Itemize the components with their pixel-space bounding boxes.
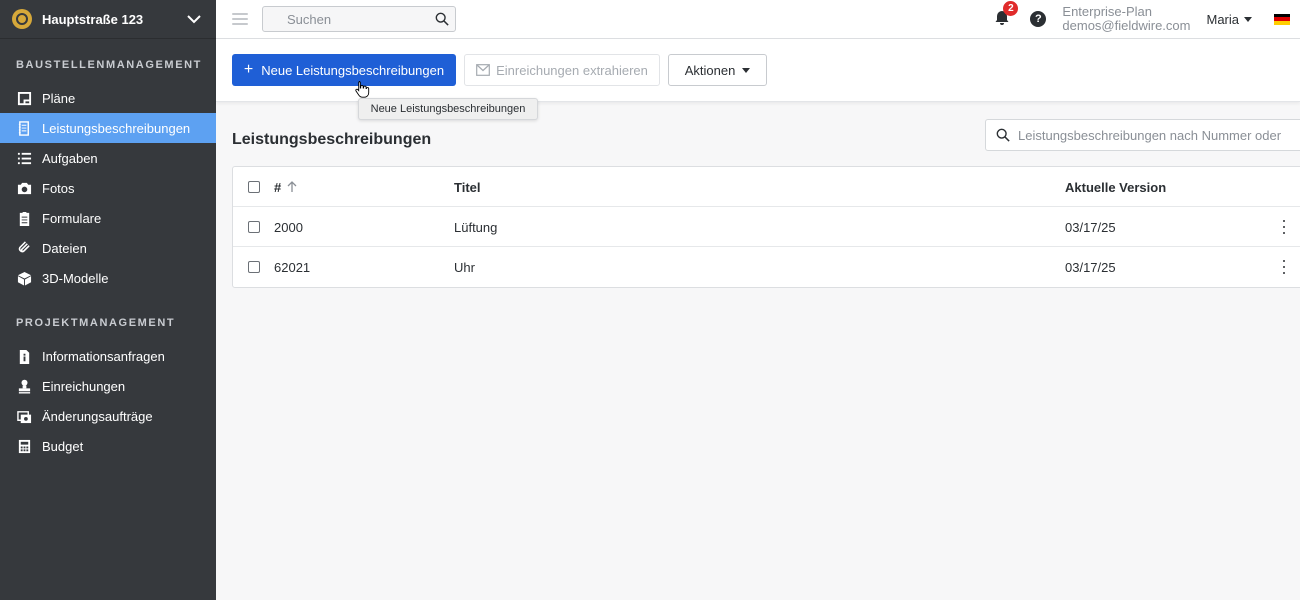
sidebar-item-specifications[interactable]: Leistungsbeschreibungen bbox=[0, 113, 216, 143]
column-header-number[interactable]: # bbox=[274, 167, 297, 207]
column-header-version[interactable]: Aktuelle Version bbox=[1065, 167, 1166, 207]
select-all-checkbox[interactable] bbox=[248, 181, 260, 193]
sidebar-item-photos[interactable]: Fotos bbox=[0, 173, 216, 203]
more-options-icon[interactable] bbox=[1282, 220, 1286, 234]
sidebar-item-label: 3D-Modelle bbox=[42, 270, 109, 286]
tasks-list-icon bbox=[16, 150, 32, 166]
sidebar-item-label: Budget bbox=[42, 438, 84, 454]
specifications-search-input[interactable] bbox=[1018, 127, 1300, 143]
spec-title: Uhr bbox=[454, 259, 475, 275]
calculator-icon bbox=[16, 438, 32, 454]
top-bar: 2 ? Enterprise-Plan demos@fieldwire.com … bbox=[216, 0, 1300, 39]
plan-name: Enterprise-Plan bbox=[1062, 4, 1153, 19]
column-header-number-label: # bbox=[274, 179, 282, 195]
cube-icon bbox=[16, 270, 32, 286]
specifications-icon bbox=[16, 120, 32, 136]
new-specification-label: Neue Leistungsbeschreibungen bbox=[261, 62, 445, 78]
sidebar-item-files[interactable]: Dateien bbox=[0, 233, 216, 263]
sidebar-item-rfis[interactable]: Informationsanfragen bbox=[0, 341, 216, 371]
project-name: Hauptstraße 123 bbox=[42, 11, 144, 27]
extract-submittals-label: Einreichungen extrahieren bbox=[496, 62, 648, 78]
sidebar-item-label: Formulare bbox=[42, 210, 102, 226]
clipboard-icon bbox=[16, 210, 32, 226]
table-row[interactable]: 2000 Lüftung 03/17/25 bbox=[233, 207, 1300, 247]
search-input[interactable] bbox=[287, 11, 449, 27]
sidebar-item-label: Informationsanfragen bbox=[42, 348, 165, 364]
spec-title: Lüftung bbox=[454, 219, 498, 235]
project-logo-icon bbox=[12, 9, 32, 29]
table-header-row: # Titel Aktuelle Version bbox=[233, 167, 1300, 207]
sort-ascending-icon[interactable] bbox=[287, 181, 297, 193]
user-name: Maria bbox=[1206, 11, 1239, 27]
sidebar-item-tasks[interactable]: Aufgaben bbox=[0, 143, 216, 173]
sidebar: Hauptstraße 123 BAUSTELLENMANAGEMENT Plä… bbox=[0, 0, 216, 600]
sidebar-item-change-orders[interactable]: Änderungsaufträge bbox=[0, 401, 216, 431]
actions-dropdown-button[interactable]: Aktionen bbox=[668, 54, 767, 86]
table-row[interactable]: 62021 Uhr 03/17/25 bbox=[233, 247, 1300, 287]
german-flag-icon[interactable] bbox=[1274, 13, 1290, 25]
sidebar-item-submittals[interactable]: Einreichungen bbox=[0, 371, 216, 401]
paperclip-icon bbox=[16, 240, 32, 256]
plans-icon bbox=[16, 90, 32, 106]
sidebar-item-label: Pläne bbox=[42, 90, 76, 106]
help-icon[interactable]: ? bbox=[1030, 11, 1047, 27]
page-title: Leistungsbeschreibungen bbox=[232, 131, 432, 148]
stamp-icon bbox=[16, 378, 32, 394]
search-icon[interactable] bbox=[435, 12, 449, 26]
extract-submittals-button[interactable]: Einreichungen extrahieren bbox=[464, 54, 660, 86]
info-document-icon bbox=[16, 348, 32, 364]
plus-icon: + bbox=[243, 61, 254, 78]
section-title-site-management: BAUSTELLENMANAGEMENT bbox=[16, 59, 202, 71]
user-menu[interactable]: Maria bbox=[1206, 12, 1252, 27]
search-icon bbox=[996, 128, 1010, 142]
chevron-down-icon[interactable] bbox=[186, 11, 202, 27]
hand-pointer-cursor-icon bbox=[355, 81, 370, 98]
actions-label: Aktionen bbox=[684, 62, 736, 78]
sidebar-item-label: Änderungsaufträge bbox=[42, 408, 153, 424]
account-plan: Enterprise-Plan demos@fieldwire.com bbox=[1062, 5, 1190, 33]
caret-down-icon bbox=[742, 67, 751, 73]
sidebar-item-label: Aufgaben bbox=[42, 150, 98, 166]
sidebar-item-budget[interactable]: Budget bbox=[0, 431, 216, 461]
tooltip: Neue Leistungsbeschreibungen bbox=[358, 98, 538, 120]
notification-count-badge: 2 bbox=[1003, 1, 1019, 16]
spec-version-date: 03/17/25 bbox=[1065, 259, 1116, 275]
section-title-project-management: PROJEKTMANAGEMENT bbox=[16, 317, 176, 329]
more-options-icon[interactable] bbox=[1282, 260, 1286, 274]
camera-icon bbox=[16, 180, 32, 196]
new-specification-button[interactable]: + Neue Leistungsbeschreibungen bbox=[232, 54, 456, 86]
notifications-button[interactable]: 2 bbox=[994, 1, 1019, 28]
spec-version-date: 03/17/25 bbox=[1065, 219, 1116, 235]
account-email: demos@fieldwire.com bbox=[1062, 18, 1191, 33]
sidebar-item-label: Einreichungen bbox=[42, 378, 126, 394]
row-checkbox[interactable] bbox=[248, 261, 260, 273]
project-switcher[interactable]: Hauptstraße 123 bbox=[0, 0, 216, 39]
action-toolbar: + Neue Leistungsbeschreibungen Einreichu… bbox=[216, 39, 1300, 102]
row-checkbox[interactable] bbox=[248, 221, 260, 233]
menu-icon[interactable] bbox=[232, 10, 248, 28]
spec-number: 2000 bbox=[274, 219, 303, 235]
column-header-title[interactable]: Titel bbox=[454, 167, 481, 207]
change-order-icon bbox=[16, 408, 32, 424]
sidebar-item-label: Dateien bbox=[42, 240, 87, 256]
caret-down-icon bbox=[1244, 16, 1252, 22]
sidebar-item-label: Leistungsbeschreibungen bbox=[42, 120, 191, 136]
global-search[interactable] bbox=[262, 6, 456, 32]
sidebar-item-plans[interactable]: Pläne bbox=[0, 83, 216, 113]
envelope-icon bbox=[476, 64, 491, 76]
spec-number: 62021 bbox=[274, 259, 311, 275]
specifications-search[interactable] bbox=[985, 119, 1300, 151]
specifications-table: # Titel Aktuelle Version 2000 Lüftung 03… bbox=[232, 166, 1300, 288]
sidebar-item-3d-models[interactable]: 3D-Modelle bbox=[0, 263, 216, 293]
sidebar-item-label: Fotos bbox=[42, 180, 75, 196]
sidebar-item-forms[interactable]: Formulare bbox=[0, 203, 216, 233]
